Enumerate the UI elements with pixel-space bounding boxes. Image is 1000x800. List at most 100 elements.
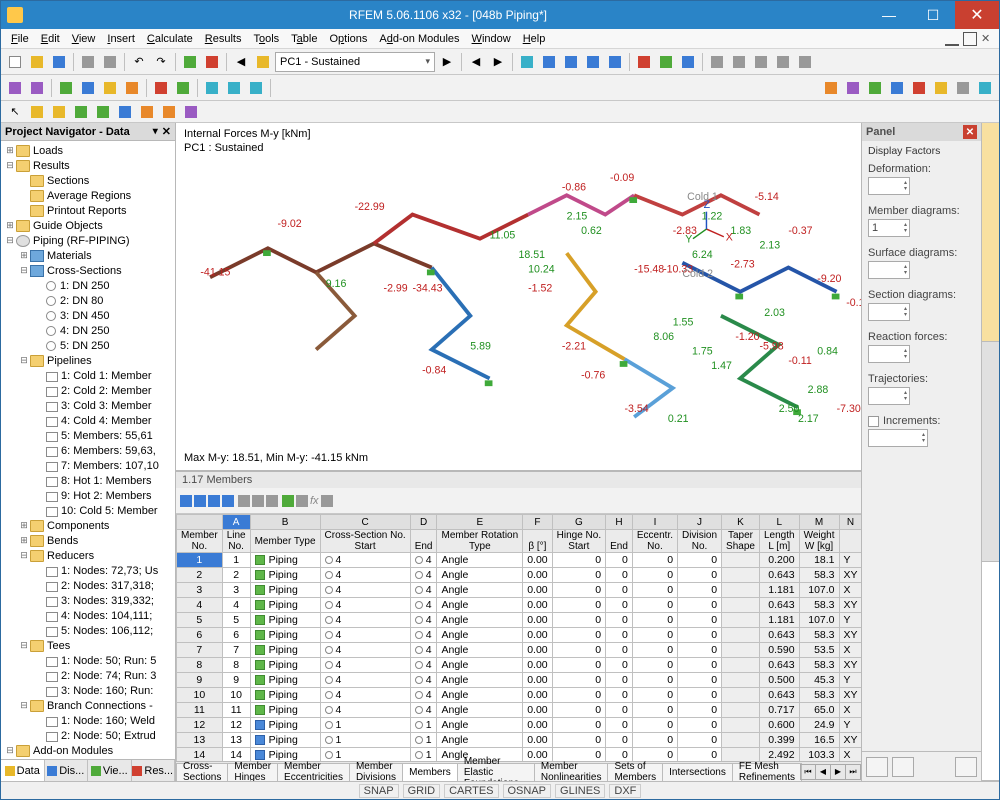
table-row[interactable]: 1010Piping44Angle0.0000000.64358.3XY [177,688,862,703]
print-icon[interactable] [78,52,98,72]
tt-excel-icon[interactable] [282,495,294,507]
table-row[interactable]: 77Piping44Angle0.0000000.59053.5X [177,643,862,658]
table-tab[interactable]: Member Elastic Foundations [457,763,535,781]
viewport-3d[interactable]: Internal Forces M-y [kNm] PC1 : Sustaine… [176,123,861,471]
table-tab[interactable]: Members [402,763,458,781]
tree-node[interactable]: ⊟Branch Connections - [1,698,175,713]
table-row[interactable]: 1212Piping11Angle0.0000000.60024.9Y [177,718,862,733]
menu-file[interactable]: File [5,31,35,47]
pin-icon[interactable]: ▾ [153,126,158,137]
tree-node[interactable]: 10: Cold 5: Member [1,503,175,518]
panel-close-icon[interactable]: ✕ [963,125,977,139]
table-tab[interactable]: Member Eccentricities [277,763,350,781]
tree-node[interactable]: ⊞Materials [1,248,175,263]
nav-back-icon[interactable]: ◀ [466,52,486,72]
navigator-close-icon[interactable]: ✕ [162,125,171,138]
reaction-stepper[interactable] [868,345,910,363]
tb2-r5-icon[interactable] [909,78,929,98]
tree-node[interactable]: ⊞Bends [1,533,175,548]
minimize-button[interactable]: — [867,1,911,29]
wire-icon[interactable] [729,52,749,72]
tt-next-icon[interactable] [208,495,220,507]
panel-btn-1[interactable] [866,757,888,777]
menu-insert[interactable]: Insert [101,31,141,47]
tree-node[interactable]: ⊞Guide Objects [1,218,175,233]
status-cell[interactable]: DXF [609,784,641,798]
tt-fx-icon[interactable]: fx [310,495,319,507]
tree-node[interactable]: ⊞Components [1,518,175,533]
tree-node[interactable]: Sections [1,173,175,188]
new-icon[interactable] [5,52,25,72]
menu-results[interactable]: Results [199,31,248,47]
tree-node[interactable]: ⊟Results [1,158,175,173]
navigator-tree[interactable]: ⊞Loads⊟ResultsSectionsAverage RegionsPri… [1,141,175,759]
tb3-8-icon[interactable] [181,102,201,122]
tt-sort-icon[interactable] [252,495,264,507]
menu-edit[interactable]: Edit [35,31,66,47]
tb2-r2-icon[interactable] [843,78,863,98]
tb2-r8-icon[interactable] [975,78,995,98]
menu-options[interactable]: Options [323,31,373,47]
open-icon[interactable] [27,52,47,72]
tt-more-icon[interactable] [321,495,333,507]
tb3-3-icon[interactable] [71,102,91,122]
tb2-node-icon[interactable] [56,78,76,98]
tree-node[interactable]: 1: Node: 160; Weld [1,713,175,728]
tree-node[interactable]: 1: Node: 50; Run: 5 [1,653,175,668]
tree-node[interactable]: 7: Members: 107,10 [1,458,175,473]
tb3-cursor-icon[interactable]: ↖ [5,102,25,122]
tb2-copy-icon[interactable] [202,78,222,98]
table-row[interactable]: 99Piping44Angle0.0000000.50045.3Y [177,673,862,688]
tree-node[interactable]: 3: DN 450 [1,308,175,323]
tb2-r7-icon[interactable] [953,78,973,98]
tree-node[interactable]: 3: Cold 3: Member [1,398,175,413]
table-tab[interactable]: FE Mesh Refinements [732,763,802,781]
tree-node[interactable]: ⊟Pipelines [1,353,175,368]
menu-view[interactable]: View [66,31,102,47]
member-stepper[interactable]: 1 [868,219,910,237]
tree-node[interactable]: 6: Members: 59,63, [1,443,175,458]
measure-icon[interactable] [795,52,815,72]
tree-node[interactable]: 4: Cold 4: Member [1,413,175,428]
redo-icon[interactable]: ↷ [151,52,171,72]
table-row[interactable]: 44Piping44Angle0.0000000.64358.3XY [177,598,862,613]
tb3-1-icon[interactable] [27,102,47,122]
table-row[interactable]: 66Piping44Angle0.0000000.64358.3XY [177,628,862,643]
pan-icon[interactable] [561,52,581,72]
table-nav-btn[interactable]: ⏮ [800,764,816,780]
tt-first-icon[interactable] [180,495,192,507]
rotate-icon[interactable] [539,52,559,72]
tb2-load-icon[interactable] [173,78,193,98]
members-table[interactable]: ABCDEFGHIJKLMNOMemberNo.LineNo.Member Ty… [176,514,861,761]
menu-calculate[interactable]: Calculate [141,31,199,47]
tb2-2-icon[interactable] [27,78,47,98]
table-tab[interactable]: Member Divisions [349,763,403,781]
table-nav-btn[interactable]: ⏭ [845,764,861,780]
loadcase-combo[interactable]: PC1 - Sustained [275,52,435,72]
tree-node[interactable]: 2: Node: 74; Run: 3 [1,668,175,683]
panel-tab-3[interactable] [982,562,999,781]
table-row[interactable]: 55Piping44Angle0.0000001.181107.0Y [177,613,862,628]
tb2-line-icon[interactable] [78,78,98,98]
tb2-r6-icon[interactable] [931,78,951,98]
calc-icon[interactable] [180,52,200,72]
tree-node[interactable]: 9: Hot 2: Members [1,488,175,503]
tree-node[interactable]: 8: Hot 1: Members [1,473,175,488]
tree-node[interactable]: ⊟Add-on Modules [1,743,175,758]
lc-back-icon[interactable]: ◀ [231,52,251,72]
nav-tab-data[interactable]: Data [1,760,45,781]
table-tab[interactable]: Member Hinges [227,763,278,781]
table-row[interactable]: 11Piping44Angle0.0000000.20018.1Y [177,553,862,568]
deformation-stepper[interactable] [868,177,910,195]
table-row[interactable]: 1313Piping11Angle0.0000000.39916.5XY [177,733,862,748]
status-cell[interactable]: SNAP [359,784,399,798]
tree-node[interactable]: 1: DN 250 [1,278,175,293]
table-row[interactable]: 22Piping44Angle0.0000000.64358.3XY [177,568,862,583]
tb2-rotate-icon[interactable] [246,78,266,98]
mdi-min-icon[interactable] [945,32,959,46]
table-nav-btn[interactable]: ◀ [815,764,831,780]
surface-stepper[interactable] [868,261,910,279]
table-tab[interactable]: Member Nonlinearities [534,763,609,781]
tree-node[interactable]: ⊟Reducers [1,548,175,563]
tree-node[interactable]: Printout Reports [1,203,175,218]
